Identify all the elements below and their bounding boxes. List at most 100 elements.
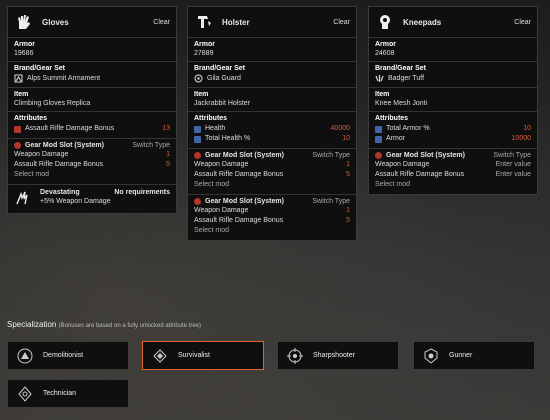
spec-button-survivalist[interactable]: Survivalist [142,341,264,370]
spec-label: Gunner [449,352,473,359]
mod-stat-name: Assault Rifle Damage Bonus [194,171,284,178]
spec-button-technician[interactable]: Technician [7,379,129,408]
switch-type-button[interactable]: Switch Type [312,152,350,159]
armor-value[interactable]: 27889 [194,50,350,57]
item-value[interactable]: Jackrabbit Holster [194,100,350,107]
mod-slot-icon [194,198,201,205]
gear-mod-title: Gear Mod Slot (System) Switch Type [375,152,531,159]
mod-stat-name: Weapon Damage [375,161,430,168]
attribute-row[interactable]: Assault Rifle Damage Bonus 13 [14,124,170,134]
mod-stat-input[interactable]: Enter value [496,160,531,170]
demolitionist-icon [17,348,33,364]
clear-button[interactable]: Clear [514,19,531,26]
attribute-row[interactable]: Total Health % 10 [194,134,350,144]
brand-label: Brand/Gear Set [375,65,426,72]
spec-button-gunner[interactable]: Gunner [413,341,535,370]
attribute-name: Total Health % [205,135,251,142]
mod-stat-row[interactable]: Weapon Damage 1 [14,150,170,160]
brand-value: Gila Guard [207,75,241,82]
brand-label: Brand/Gear Set [194,65,245,72]
brand-select[interactable]: Alps Summit Armament [14,74,170,83]
card-header: Holster Clear [188,7,356,38]
card-title: Gloves [42,17,69,27]
brand-section: Brand/Gear Set Gila Guard [188,62,356,88]
sharpshooter-icon [287,347,303,364]
mod-stat-row[interactable]: Assault Rifle Damage Bonus 5 [194,216,350,226]
brand-select[interactable]: Badger Tuff [375,74,531,83]
armor-section: Armor 27889 [188,38,356,62]
attributes-label: Attributes [375,115,409,122]
item-section: Item Climbing Gloves Replica [8,88,176,112]
specialization-note: (Bonuses are based on a fully unlocked a… [58,323,202,329]
gear-mod-title: Gear Mod Slot (System) Switch Type [14,142,170,149]
item-section: Item Knee Mesh Jonti [369,88,537,112]
brand-section: Brand/Gear Set Alps Summit Armament [8,62,176,88]
mod-stat-input[interactable]: Enter value [496,170,531,180]
mod-slot-icon [194,152,201,159]
select-mod-dropdown[interactable]: Select mod [194,226,350,236]
attribute-row[interactable]: Total Armor % 10 [375,124,531,134]
armor-value[interactable]: 24608 [375,50,531,57]
spec-button-sharpshooter[interactable]: Sharpshooter [277,341,399,370]
attribute-value: 40000 [330,125,350,132]
gila-brand-icon [194,74,203,83]
spec-label: Survivalist [178,352,210,359]
offense-attribute-icon [14,125,21,133]
select-mod-dropdown[interactable]: Select mod [194,180,350,190]
item-value[interactable]: Knee Mesh Jonti [375,100,531,107]
mod-stat-row[interactable]: Weapon Damage 1 [194,160,350,170]
mod-stat-row[interactable]: Weapon Damage Enter value [375,160,531,170]
switch-type-button[interactable]: Switch Type [312,198,350,205]
spec-label: Demolitionist [43,352,84,359]
armor-value[interactable]: 19686 [14,50,170,57]
brand-select[interactable]: Gila Guard [194,74,350,83]
gear-mod-name: Gear Mod Slot (System) [386,152,465,159]
gear-mod-section: Gear Mod Slot (System) Switch Type Weapo… [188,195,356,240]
item-label: Item [375,91,390,98]
attribute-value: 13 [162,125,170,132]
attribute-name: Total Armor % [386,125,430,132]
mod-stat-value: 1 [346,207,350,214]
item-value[interactable]: Climbing Gloves Replica [14,100,170,107]
attributes-section: Attributes Assault Rifle Damage Bonus 13 [8,112,176,139]
talent-requirement: No requirements [114,189,170,196]
gear-mod-name: Gear Mod Slot (System) [205,152,284,159]
spec-label: Sharpshooter [313,352,356,359]
switch-type-button[interactable]: Switch Type [493,152,531,159]
defense-attribute-icon [194,125,201,133]
item-section: Item Jackrabbit Holster [188,88,356,112]
armor-section: Armor 19686 [8,38,176,62]
specialization-title: Specialization [7,320,57,329]
technician-icon [17,385,33,402]
alps-brand-icon [14,74,23,83]
mod-stat-row[interactable]: Assault Rifle Damage Bonus 5 [14,160,170,170]
clear-button[interactable]: Clear [153,19,170,26]
select-mod-dropdown[interactable]: Select mod [375,180,531,190]
mod-stat-row[interactable]: Assault Rifle Damage Bonus 5 [194,170,350,180]
mod-stat-value: 1 [166,151,170,158]
devastating-talent-icon [14,189,32,207]
mod-slot-icon [375,152,382,159]
mod-stat-name: Assault Rifle Damage Bonus [14,161,104,168]
talent-section[interactable]: Devastating No requirements +5% Weapon D… [8,185,176,213]
select-mod-dropdown[interactable]: Select mod [14,170,170,180]
spec-button-demolitionist[interactable]: Demolitionist [7,341,129,370]
attribute-row[interactable]: Armor 10000 [375,134,531,144]
defense-attribute-icon [194,135,201,143]
clear-button[interactable]: Clear [333,19,350,26]
armor-section: Armor 24608 [369,38,537,62]
mod-stat-value: 5 [346,171,350,178]
talent-description: +5% Weapon Damage [40,198,111,205]
holster-icon [194,12,214,32]
switch-type-button[interactable]: Switch Type [132,142,170,149]
gear-mod-name: Gear Mod Slot (System) [25,142,104,149]
mod-stat-name: Assault Rifle Damage Bonus [194,217,284,224]
attribute-value: 10 [523,125,531,132]
spec-label: Technician [43,390,77,397]
mod-stat-row[interactable]: Assault Rifle Damage Bonus Enter value [375,170,531,180]
defense-attribute-icon [375,125,382,133]
card-header: Gloves Clear [8,7,176,38]
attributes-label: Attributes [194,115,228,122]
mod-stat-row[interactable]: Weapon Damage 1 [194,206,350,216]
attribute-row[interactable]: Health 40000 [194,124,350,134]
